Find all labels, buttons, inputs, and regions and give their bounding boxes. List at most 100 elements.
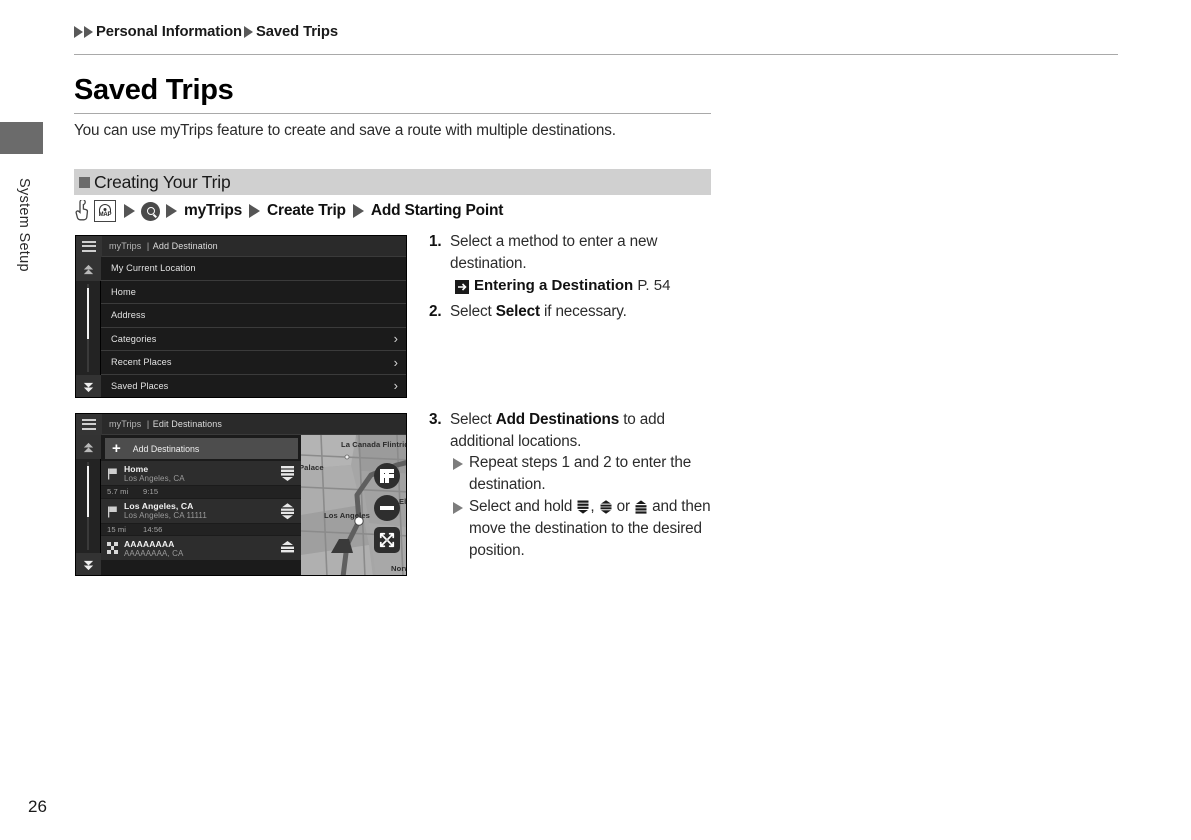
map-preview[interactable]: La Canada Flintridge Palace Los Angeles … (301, 435, 406, 575)
list-item[interactable]: Categories › (101, 328, 406, 351)
destination-text: AAAAAAAA AAAAAAAA, CA (124, 539, 275, 558)
step-3-bullet-2-c: or (612, 498, 635, 515)
sidebar-tab-marker (0, 122, 43, 154)
sidebar-tab-label: System Setup (16, 178, 32, 272)
move-up-handle-icon (635, 499, 647, 514)
zoom-out-button[interactable] (374, 495, 400, 521)
instruction-step-1: 1. Select a method to enter a new destin… (429, 231, 719, 296)
destination-text: Los Angeles, CA Los Angeles, CA 11111 (124, 501, 275, 520)
move-up-down-handle-icon[interactable] (279, 502, 296, 520)
map-dome-shape (99, 203, 111, 212)
step-1-line: 1. Select a method to enter a new destin… (429, 231, 719, 274)
scroll-thumb[interactable] (87, 288, 89, 340)
chevron-right-icon: › (393, 331, 398, 347)
breadcrumb-level-2[interactable]: Saved Trips (256, 24, 338, 40)
list-item-label: Recent Places (111, 357, 172, 368)
checkered-flag-icon (107, 542, 118, 554)
step-2-bold-select[interactable]: Select (496, 303, 540, 320)
move-up-handle-icon[interactable] (279, 539, 296, 557)
step-3-number: 3. (429, 411, 442, 428)
magnifier-shape (146, 207, 155, 215)
section-marker-icon (79, 176, 90, 188)
step-3-bullet-2-b: , (590, 498, 599, 515)
list-item-label: Address (111, 310, 146, 321)
scroll-track[interactable] (87, 462, 89, 550)
breadcrumb-arrow-icon (84, 26, 93, 38)
list-item-label: Categories (111, 333, 157, 344)
step-3-bullet-2-text: Select and hold , or and then move the d… (469, 496, 719, 562)
list-item[interactable]: Recent Places › (101, 351, 406, 375)
flag-icon (107, 505, 118, 517)
bullet-arrow-icon (453, 502, 463, 514)
list-item-label: My Current Location (111, 263, 196, 274)
scroll-down-icon[interactable] (76, 375, 101, 397)
scroll-track[interactable] (87, 284, 89, 372)
device-two-subtitle: Edit Destinations (152, 419, 222, 429)
destination-row[interactable]: AAAAAAAA AAAAAAAA, CA (101, 536, 301, 561)
list-item-label: Saved Places (111, 380, 169, 391)
map-label: El Mo (399, 497, 406, 506)
destination-meta: 15 mi 14:56 (101, 523, 301, 536)
hamburger-icon[interactable] (76, 414, 102, 435)
destination-time: 14:56 (143, 524, 163, 534)
move-down-handle-icon (577, 499, 589, 514)
device-one-menu-list: My Current Location Home Address Categor… (101, 257, 406, 398)
cross-reference[interactable]: Entering a Destination P. 54 (455, 275, 719, 296)
path-step-add-starting-point[interactable]: Add Starting Point (371, 202, 504, 220)
device-two-separator: |||| (146, 419, 150, 429)
destination-subtitle: Los Angeles, CA 11111 (124, 511, 207, 520)
scroll-up-icon[interactable] (76, 435, 101, 459)
bullet-arrow-icon (453, 458, 463, 470)
breadcrumb-arrow-icon (74, 26, 83, 38)
zoom-in-button[interactable] (374, 463, 400, 489)
move-down-handle-icon[interactable] (279, 464, 296, 482)
device-one-body: My Current Location Home Address Categor… (76, 257, 406, 398)
instruction-step-3: 3. Select Add Destinations to add additi… (429, 409, 719, 562)
destination-name: AAAAAAAA (124, 538, 175, 549)
cross-reference-label: Entering a Destination (474, 277, 634, 294)
navigation-path: MAP myTrips Create Trip Add Starting Poi… (74, 198, 504, 224)
expand-button[interactable] (374, 527, 400, 553)
path-arrow-icon (352, 204, 364, 218)
list-item[interactable]: Saved Places › (101, 375, 406, 398)
cross-reference-icon (455, 279, 469, 294)
destination-name: Home (124, 463, 149, 474)
scroll-down-icon[interactable] (76, 553, 101, 575)
path-step-mytrips[interactable]: myTrips (184, 202, 242, 220)
path-arrow-icon (124, 204, 135, 218)
list-item[interactable]: My Current Location (101, 257, 406, 281)
breadcrumb-level-1[interactable]: Personal Information (96, 24, 242, 40)
step-3-bullet-2: Select and hold , or and then move the d… (453, 496, 719, 562)
hamburger-icon[interactable] (76, 236, 102, 257)
add-destinations-button[interactable]: + Add Destinations (105, 438, 298, 459)
section-header: Creating Your Trip (74, 169, 711, 195)
destination-row[interactable]: Home Los Angeles, CA (101, 461, 301, 486)
path-arrow-icon (166, 204, 177, 218)
search-circle-icon[interactable] (141, 201, 160, 221)
path-step-create-trip[interactable]: Create Trip (267, 202, 346, 220)
step-3-line: 3. Select Add Destinations to add additi… (429, 409, 719, 452)
step-2-text-b: if necessary. (539, 303, 627, 320)
device-one-header: myTrips |||| Add Destination (76, 236, 406, 257)
device-two-title: myTrips (109, 419, 142, 429)
device-one-subtitle: Add Destination (152, 241, 218, 251)
destination-text: Home Los Angeles, CA (124, 464, 275, 483)
device-one-scrollbar[interactable] (76, 257, 101, 397)
step-3-bullet-2-a: Select and hold (469, 498, 577, 515)
step-3-text-a: Select (450, 411, 496, 428)
destination-row[interactable]: Los Angeles, CA Los Angeles, CA 11111 (101, 498, 301, 524)
header-divider (74, 54, 1118, 55)
destination-subtitle: Los Angeles, CA (124, 473, 185, 483)
list-item[interactable]: Address (101, 304, 406, 328)
scroll-thumb[interactable] (87, 466, 89, 518)
destination-subtitle: AAAAAAAA, CA (124, 548, 184, 558)
add-destinations-label: Add Destinations (132, 443, 200, 454)
flag-icon (107, 467, 118, 480)
step-3-bullet-1: Repeat steps 1 and 2 to enter the destin… (453, 452, 719, 496)
scroll-up-icon[interactable] (76, 257, 101, 281)
intro-paragraph: You can use myTrips feature to create an… (74, 122, 616, 139)
list-item[interactable]: Home (101, 281, 406, 304)
map-button-icon[interactable]: MAP (94, 200, 116, 222)
device-two-scrollbar[interactable] (76, 435, 101, 575)
step-3-bold-add-destinations[interactable]: Add Destinations (496, 411, 620, 428)
